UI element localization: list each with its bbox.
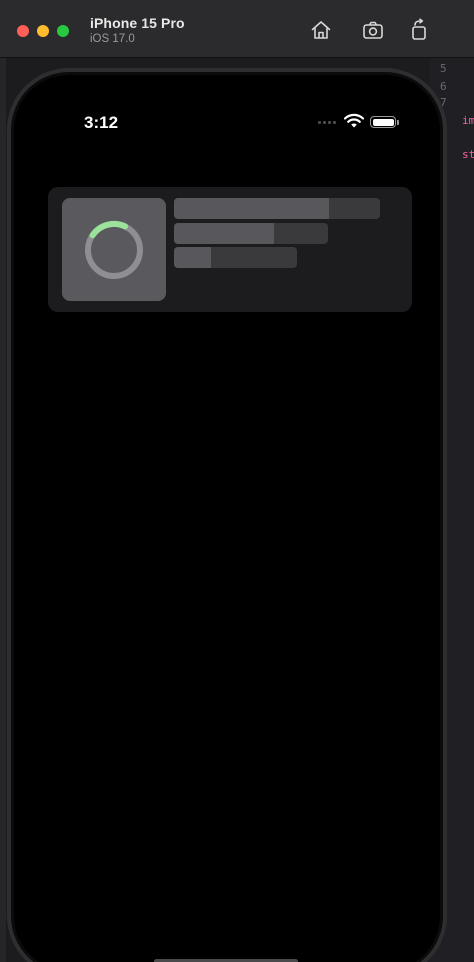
placeholder-line [174, 247, 297, 268]
device-name: iPhone 15 Pro [90, 15, 185, 31]
battery-cap [397, 120, 399, 125]
home-button[interactable] [309, 18, 333, 42]
window-left-edge [0, 58, 6, 962]
rotate-icon [412, 18, 426, 40]
os-version: iOS 17.0 [90, 33, 135, 45]
loading-card [48, 187, 412, 312]
close-button[interactable] [17, 25, 29, 37]
battery-icon [370, 116, 396, 128]
house-icon [311, 21, 331, 39]
simulator-window: // // 5 6 7 8 im st iPhone 15 Pro iOS 17… [0, 0, 474, 962]
loading-spinner-icon [85, 220, 143, 279]
thumbnail-placeholder [62, 198, 166, 301]
simulator-title-bar: iPhone 15 Pro iOS 17.0 [0, 0, 474, 58]
placeholder-line [174, 198, 380, 219]
zoom-button[interactable] [57, 25, 69, 37]
wifi-icon [344, 113, 364, 128]
status-time: 3:12 [84, 113, 119, 132]
line-number: 5 [440, 62, 447, 75]
minimize-button[interactable] [37, 25, 49, 37]
device-screen[interactable]: 3:12 [14, 75, 440, 962]
line-number: 6 [440, 80, 447, 93]
placeholder-line [174, 223, 328, 244]
code-fragment: im [462, 114, 474, 127]
camera-icon [363, 21, 383, 39]
device-bezel: 3:12 [11, 72, 443, 962]
cellular-signal-icon [318, 121, 340, 125]
code-fragment: st [462, 148, 474, 161]
device-frame: 3:12 [7, 68, 447, 962]
rotate-button[interactable] [407, 18, 431, 42]
screenshot-button[interactable] [361, 18, 385, 42]
